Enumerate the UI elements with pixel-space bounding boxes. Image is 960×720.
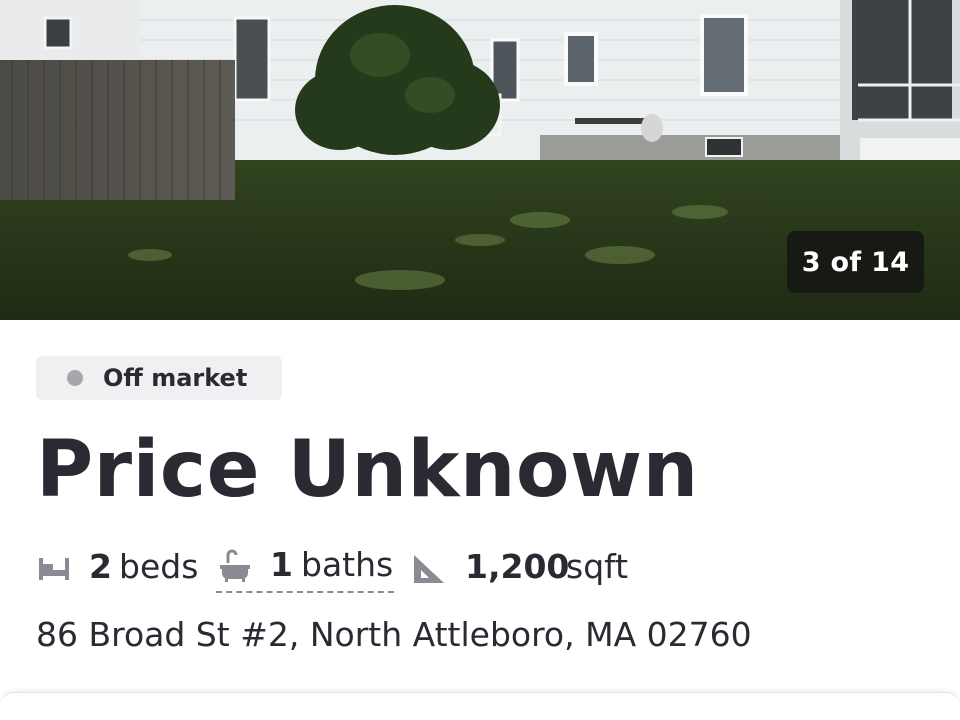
- bed-icon: [38, 556, 70, 586]
- sqft-unit: sqft: [566, 547, 629, 586]
- status-badge: Off market: [36, 356, 282, 400]
- sqft-value: 1,200: [465, 547, 570, 586]
- bathtub-icon[interactable]: [218, 549, 252, 587]
- next-section-card: [0, 692, 960, 720]
- baths-unit[interactable]: baths: [301, 545, 393, 584]
- beds-unit: beds: [119, 547, 199, 586]
- status-label: Off market: [103, 364, 248, 392]
- photo-counter: 3 of 14: [787, 231, 924, 293]
- ruler-triangle-icon: [412, 553, 446, 589]
- address-line: 86 Broad St #2, North Attleboro, MA 0276…: [36, 615, 752, 654]
- beds-value: 2: [89, 547, 112, 586]
- home-facts: 2 beds 1 baths 1,200 sqft: [36, 545, 656, 595]
- baths-value[interactable]: 1: [270, 545, 293, 584]
- price-heading: Price Unknown: [36, 425, 699, 515]
- status-dot-icon: [67, 370, 83, 386]
- baths-tooltip-underline: [216, 591, 394, 593]
- listing-photo[interactable]: 3 of 14: [0, 0, 960, 320]
